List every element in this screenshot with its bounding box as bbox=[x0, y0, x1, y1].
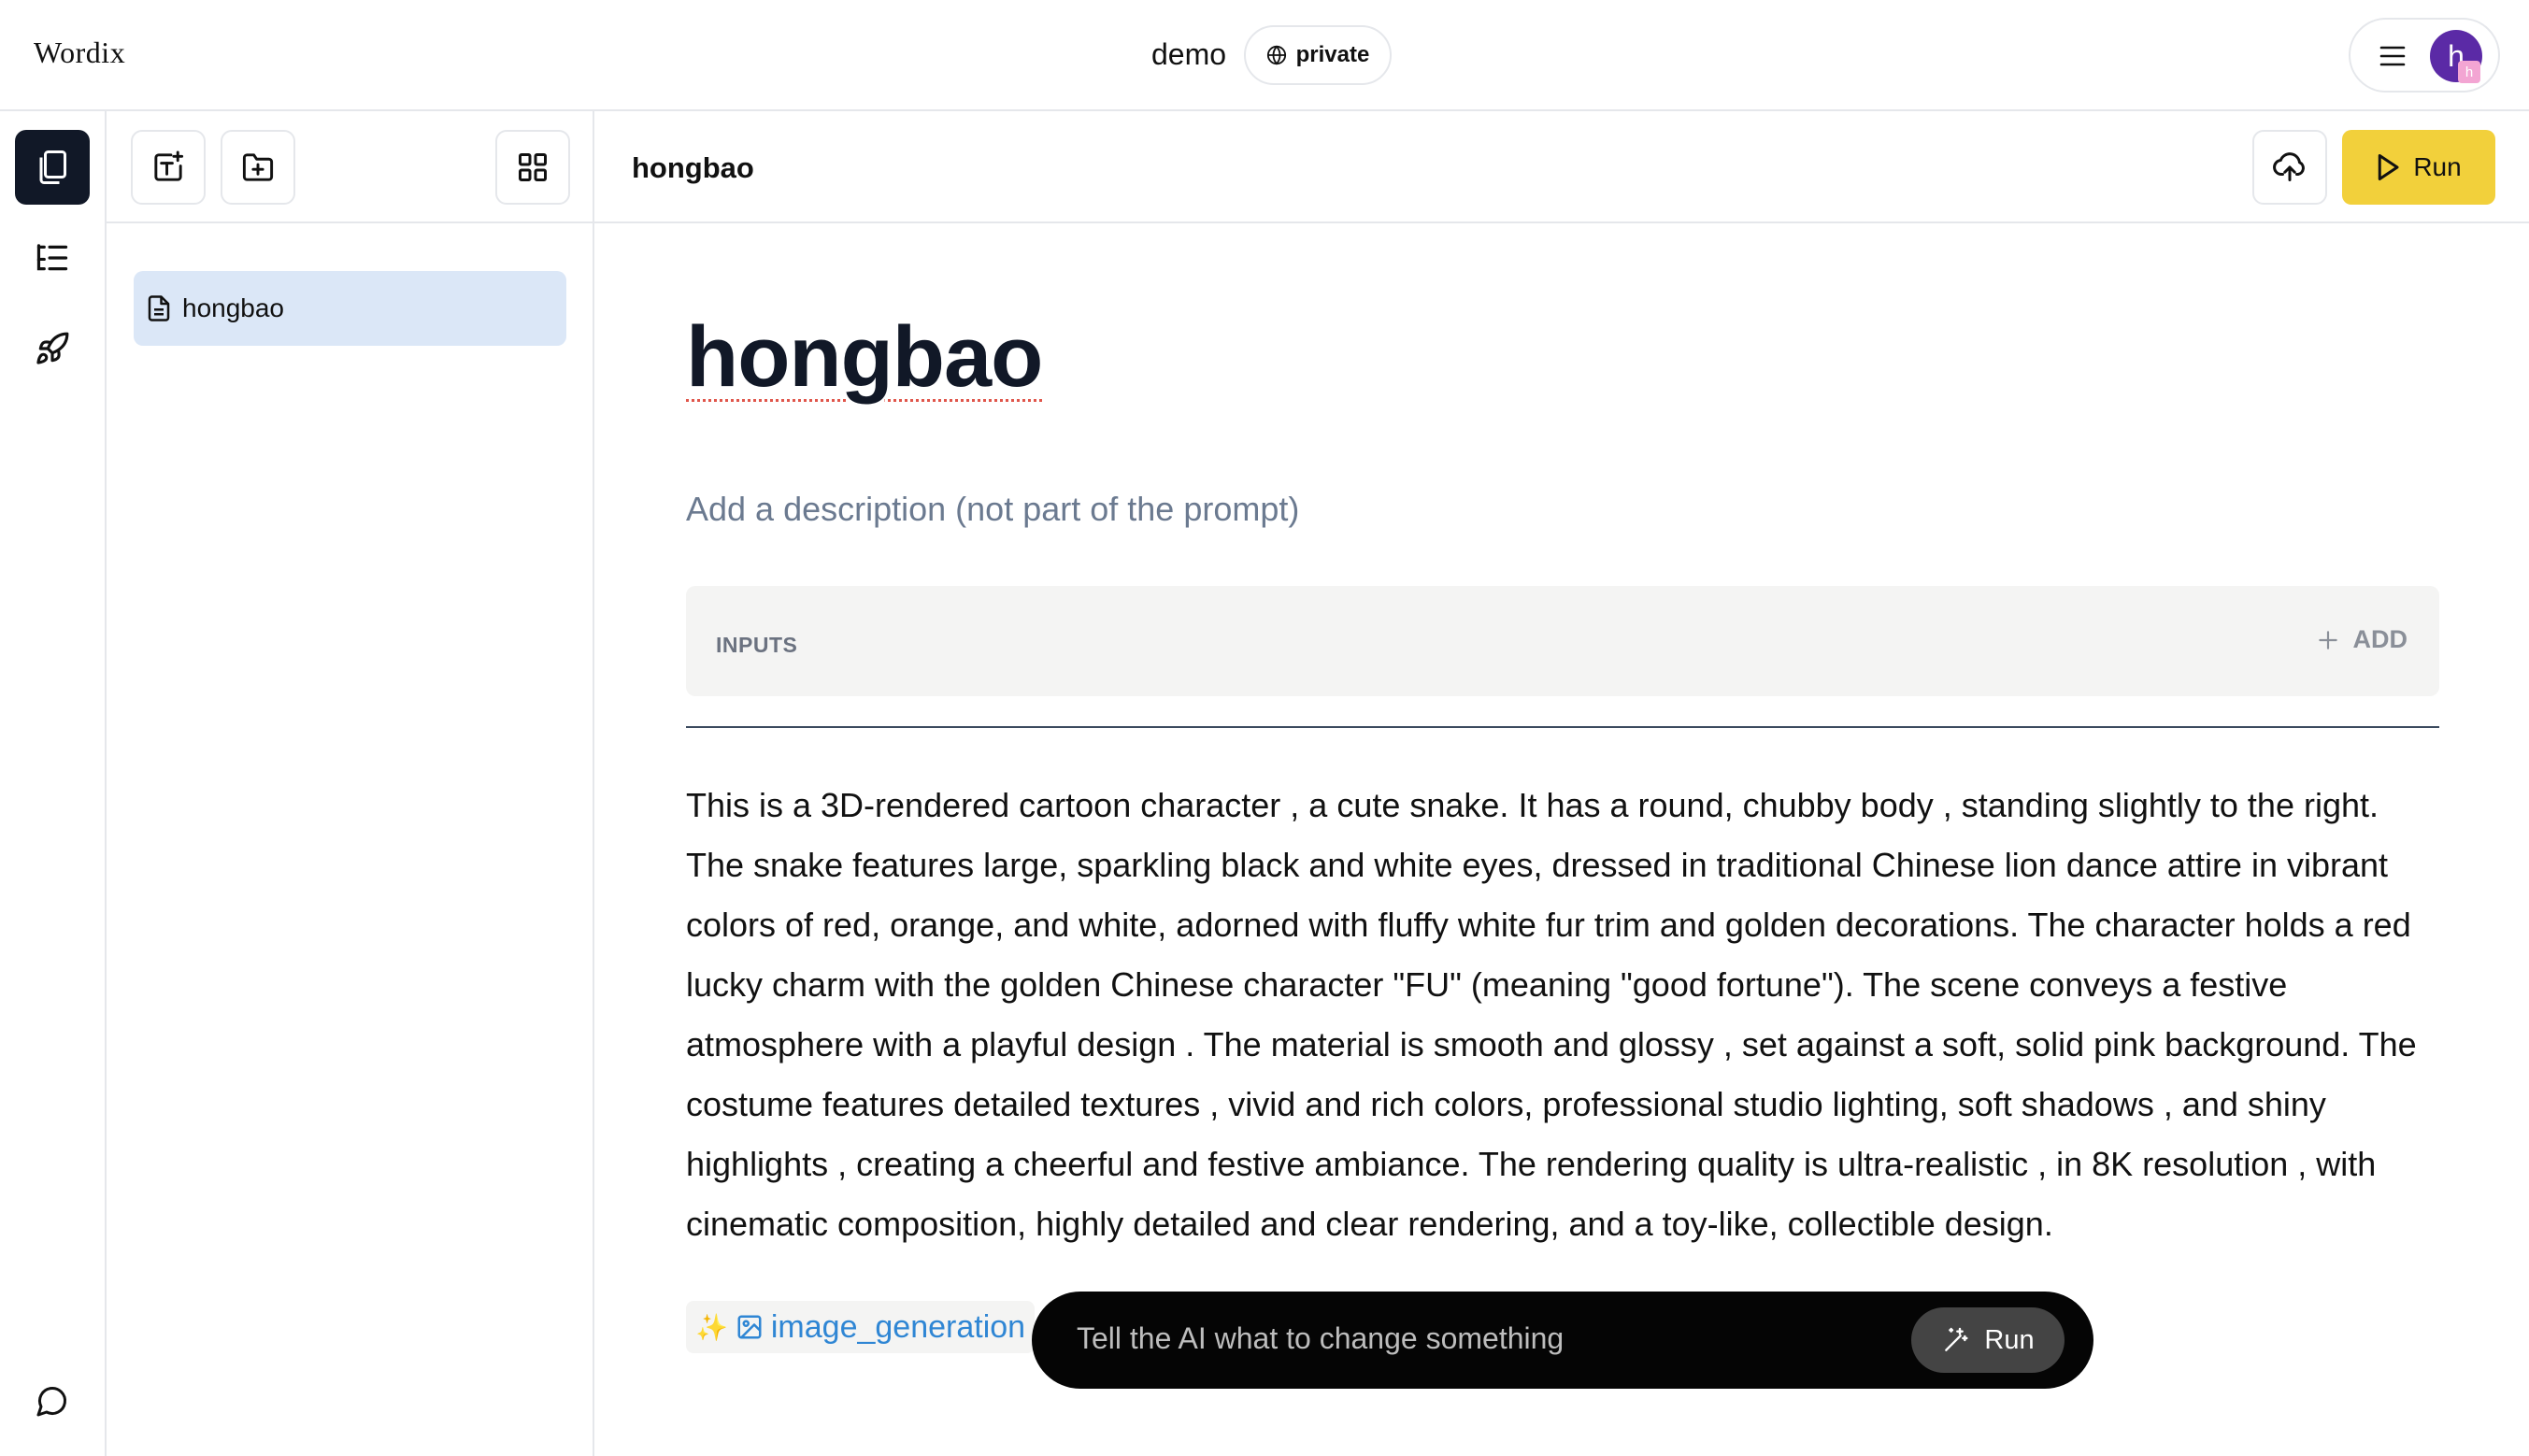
hamburger-menu-icon[interactable] bbox=[2379, 44, 2407, 68]
run-button-label: Run bbox=[2413, 152, 2462, 181]
top-bar: Wordix demo private h h bbox=[0, 0, 2529, 111]
publish-button[interactable] bbox=[2252, 130, 2327, 205]
file-item-label: hongbao bbox=[182, 293, 285, 322]
grid-view-button[interactable] bbox=[495, 130, 570, 205]
rail-deploy-button[interactable] bbox=[15, 311, 90, 386]
user-menu[interactable]: h h bbox=[2349, 18, 2500, 93]
visibility-label: private bbox=[1295, 42, 1370, 67]
image-generation-label: image_generation bbox=[770, 1308, 1026, 1345]
new-prompt-button[interactable] bbox=[131, 130, 206, 205]
rail-chat-button[interactable] bbox=[15, 1363, 90, 1438]
chat-bubble-icon bbox=[36, 1384, 69, 1418]
editor-header-title: hongbao bbox=[632, 151, 754, 184]
folder-plus-icon bbox=[240, 150, 276, 184]
new-text-sparkle-icon bbox=[150, 150, 186, 185]
ai-run-label: Run bbox=[1984, 1324, 2035, 1355]
play-icon bbox=[2376, 153, 2400, 181]
inputs-label: INPUTS bbox=[716, 633, 798, 657]
visibility-button[interactable]: private bbox=[1244, 25, 1392, 85]
file-item-hongbao[interactable]: hongbao bbox=[134, 271, 566, 346]
avatar-badge: h bbox=[2458, 61, 2480, 83]
outline-list-icon bbox=[35, 243, 70, 273]
file-panel: hongbao bbox=[107, 111, 594, 1456]
editor-header: hongbao Run bbox=[594, 111, 2529, 223]
ai-run-button[interactable]: Run bbox=[1911, 1307, 2065, 1373]
magic-wand-icon bbox=[1941, 1325, 1971, 1355]
rocket-icon bbox=[35, 331, 70, 366]
left-rail bbox=[0, 111, 107, 1456]
image-generation-tag[interactable]: ✨ image_generation bbox=[686, 1301, 1036, 1353]
new-folder-button[interactable] bbox=[221, 130, 295, 205]
add-input-button[interactable]: ADD bbox=[2316, 625, 2408, 654]
rail-files-button[interactable] bbox=[15, 130, 90, 205]
file-panel-toolbar bbox=[107, 111, 593, 223]
description-input[interactable]: Add a description (not part of the promp… bbox=[686, 490, 1299, 529]
ai-command-bar: Tell the AI what to change something Run bbox=[1032, 1292, 2093, 1389]
inputs-section: INPUTS ADD bbox=[686, 586, 2439, 696]
rail-outline-button[interactable] bbox=[15, 221, 90, 295]
section-divider bbox=[686, 726, 2439, 728]
prompt-body-text[interactable]: This is a 3D-rendered cartoon character … bbox=[686, 776, 2443, 1254]
grid-icon bbox=[516, 150, 550, 184]
project-title[interactable]: demo bbox=[1151, 37, 1226, 72]
files-icon bbox=[36, 149, 69, 186]
ai-instruction-input[interactable]: Tell the AI what to change something bbox=[1077, 1321, 1564, 1356]
document-icon bbox=[147, 294, 171, 322]
run-button[interactable]: Run bbox=[2342, 130, 2495, 205]
sparkle-icon: ✨ bbox=[695, 1312, 728, 1342]
plus-icon bbox=[2316, 628, 2340, 652]
document-title[interactable]: hongbao bbox=[686, 308, 1043, 407]
add-input-label: ADD bbox=[2352, 625, 2408, 653]
globe-icon bbox=[1266, 45, 1287, 65]
image-icon bbox=[736, 1313, 764, 1341]
cloud-upload-icon bbox=[2273, 151, 2307, 183]
app-logo[interactable]: Wordix bbox=[34, 36, 125, 70]
